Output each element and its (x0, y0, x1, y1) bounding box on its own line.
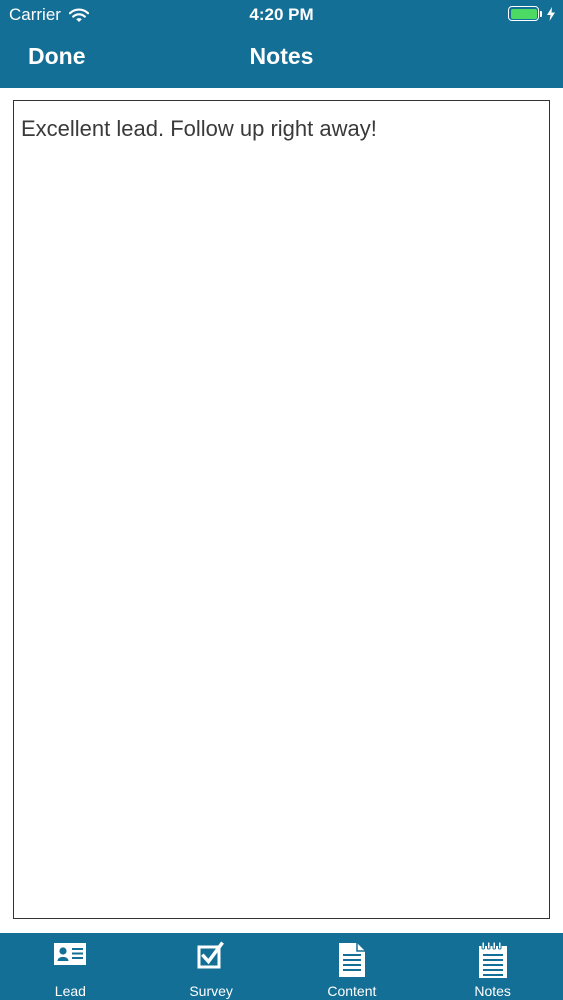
page-title: Notes (249, 43, 314, 69)
tab-survey-label: Survey (189, 983, 233, 999)
header: Carrier 4:20 PM Done Notes (0, 0, 563, 88)
tab-content-label: Content (327, 983, 377, 999)
clock: 4:20 PM (249, 5, 314, 24)
navigation-bar: Done Notes (0, 30, 563, 88)
notes-screen: Carrier 4:20 PM Done Notes Excellent lea… (0, 0, 563, 1000)
notepad-icon (478, 941, 507, 978)
battery-cap (540, 10, 542, 17)
battery-fill (510, 8, 537, 19)
notes-text-area[interactable]: Excellent lead. Follow up right away! (13, 100, 550, 919)
tab-lead-label: Lead (54, 983, 86, 999)
battery-icon (508, 6, 539, 21)
tab-notes[interactable]: Notes (422, 933, 563, 1000)
battery-indicator (508, 6, 555, 21)
status-bar: Carrier 4:20 PM (0, 0, 563, 30)
tab-bar: Lead Survey Content Notes (0, 933, 563, 1000)
tab-survey[interactable]: Survey (141, 933, 282, 1000)
id-card-icon (54, 943, 87, 965)
document-icon (338, 943, 365, 977)
checkbox-icon (197, 941, 225, 969)
tab-content[interactable]: Content (282, 933, 423, 1000)
tab-notes-label: Notes (474, 983, 511, 999)
bolt-icon (547, 6, 555, 21)
tab-lead[interactable]: Lead (0, 933, 141, 1000)
